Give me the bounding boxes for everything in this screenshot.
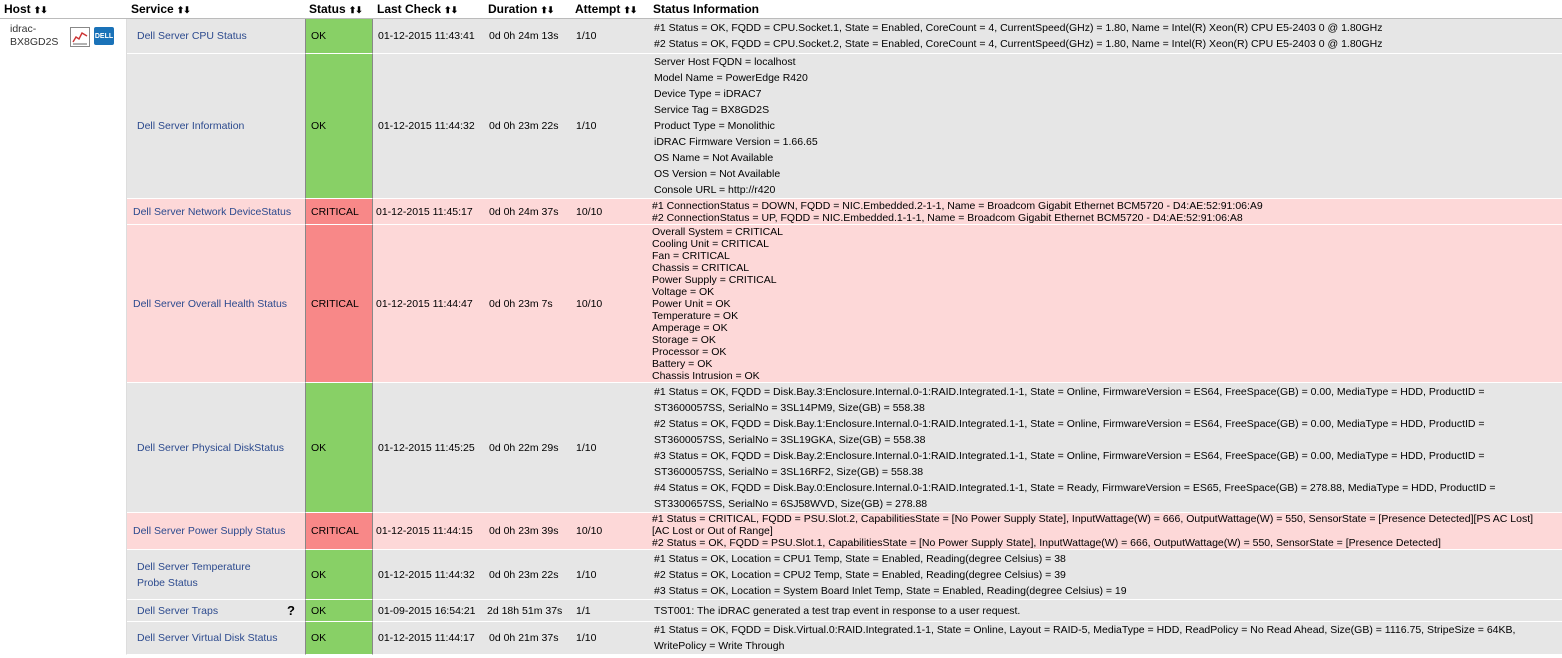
host-link[interactable]: idrac- BX8GD2S	[10, 23, 62, 49]
host-name-line1: idrac-	[10, 23, 37, 35]
table-row: Dell Server Information OK 01-12-2015 11…	[0, 54, 1562, 199]
last-check-cell: 01-12-2015 11:44:17	[373, 622, 484, 655]
service-name-link[interactable]: Dell Server CPU Status	[127, 19, 305, 54]
status-info-cell: #1 Status = OK, FQDD = Disk.Virtual.0:RA…	[649, 622, 1562, 655]
last-check-cell: 01-12-2015 11:43:41	[373, 19, 484, 54]
status-badge: OK	[305, 622, 373, 655]
attempt-cell: 10/10	[571, 513, 649, 550]
table-row: Dell Server Overall Health Status CRITIC…	[0, 225, 1562, 383]
status-info-cell: #1 Status = OK, FQDD = Disk.Bay.3:Enclos…	[649, 383, 1562, 513]
col-status-info-header: Status Information	[649, 0, 1562, 19]
table-header-row: Host ⬆⬇ Service ⬆⬇ Status ⬆⬇ Last Check ⬆⬇ D…	[0, 0, 1562, 19]
host-name-line2: BX8GD2S	[10, 36, 59, 48]
table-row: Dell Server Network DeviceStatus CRITICA…	[0, 199, 1562, 225]
duration-cell: 0d 0h 23m 7s	[484, 225, 571, 383]
last-check-cell: 01-12-2015 11:44:15	[373, 513, 484, 550]
sort-arrows-icon[interactable]: ⬆⬇	[177, 5, 191, 15]
status-info-cell: #1 Status = OK, Location = CPU1 Temp, St…	[649, 550, 1562, 600]
duration-cell: 2d 18h 51m 37s	[484, 600, 571, 622]
service-name-link[interactable]: Dell Server Traps?	[127, 600, 305, 622]
service-name-link[interactable]: Dell Server TemperatureProbe Status	[127, 550, 305, 600]
status-info-cell: #1 ConnectionStatus = DOWN, FQDD = NIC.E…	[649, 199, 1562, 225]
duration-cell: 0d 0h 22m 29s	[484, 383, 571, 513]
sort-arrows-icon[interactable]: ⬆⬇	[34, 5, 48, 15]
performance-graph-icon[interactable]	[70, 27, 90, 47]
status-header-label: Status	[309, 2, 346, 16]
col-service-header[interactable]: Service ⬆⬇	[127, 0, 305, 19]
status-badge: CRITICAL	[305, 513, 373, 550]
duration-header-label: Duration	[488, 2, 538, 16]
sort-arrows-icon[interactable]: ⬆⬇	[623, 5, 637, 15]
last-check-cell: 01-12-2015 11:45:17	[373, 199, 484, 225]
status-badge: OK	[305, 550, 373, 600]
attempt-cell: 1/10	[571, 54, 649, 199]
status-info-cell: TST001: The iDRAC generated a test trap …	[649, 600, 1562, 622]
last-check-cell: 01-12-2015 11:44:32	[373, 550, 484, 600]
status-badge: CRITICAL	[305, 199, 373, 225]
status-info-cell: #1 Status = OK, FQDD = CPU.Socket.1, Sta…	[649, 19, 1562, 54]
attempt-cell: 1/10	[571, 550, 649, 600]
service-header-label: Service	[131, 2, 174, 16]
service-name-link[interactable]: Dell Server Physical DiskStatus	[127, 383, 305, 513]
duration-cell: 0d 0h 21m 37s	[484, 622, 571, 655]
col-duration-header[interactable]: Duration ⬆⬇	[484, 0, 571, 19]
attempt-header-label: Attempt	[575, 2, 621, 16]
status-badge: OK	[305, 19, 373, 54]
table-row: Dell Server Power Supply Status CRITICAL…	[0, 513, 1562, 550]
status-badge: CRITICAL	[305, 225, 373, 383]
table-row: Dell Server Virtual Disk Status OK 01-12…	[0, 622, 1562, 655]
table-row: idrac- BX8GD2S DELL Dell Server CPU Stat…	[0, 19, 1562, 655]
status-info-cell: Overall System = CRITICAL Cooling Unit =…	[649, 225, 1562, 383]
service-name-link[interactable]: Dell Server Power Supply Status	[127, 513, 305, 550]
host-cell: idrac- BX8GD2S DELL	[0, 19, 127, 655]
attempt-cell: 10/10	[571, 225, 649, 383]
sort-arrows-icon[interactable]: ⬆⬇	[540, 5, 554, 15]
service-name-link[interactable]: Dell Server Network DeviceStatus	[127, 199, 305, 225]
last-check-cell: 01-12-2015 11:44:32	[373, 54, 484, 199]
last-check-cell: 01-12-2015 11:44:47	[373, 225, 484, 383]
attempt-cell: 1/10	[571, 383, 649, 513]
help-question-icon[interactable]: ?	[287, 603, 295, 619]
duration-cell: 0d 0h 23m 22s	[484, 550, 571, 600]
duration-cell: 0d 0h 24m 37s	[484, 199, 571, 225]
status-info-header-label: Status Information	[653, 2, 760, 16]
status-badge: OK	[305, 600, 373, 622]
sort-arrows-icon[interactable]: ⬆⬇	[349, 5, 363, 15]
table-row: Dell Server Traps? OK 01-09-2015 16:54:2…	[0, 600, 1562, 622]
attempt-cell: 1/10	[571, 19, 649, 54]
last-check-cell: 01-12-2015 11:45:25	[373, 383, 484, 513]
sort-arrows-icon[interactable]: ⬆⬇	[444, 5, 458, 15]
service-name-link[interactable]: Dell Server Virtual Disk Status	[127, 622, 305, 655]
status-info-cell: #1 Status = CRITICAL, FQDD = PSU.Slot.2,…	[649, 513, 1562, 550]
attempt-cell: 10/10	[571, 199, 649, 225]
last-check-cell: 01-09-2015 16:54:21	[373, 600, 484, 622]
duration-cell: 0d 0h 23m 39s	[484, 513, 571, 550]
status-info-cell: Server Host FQDN = localhost Model Name …	[649, 54, 1562, 199]
host-header-label: Host	[4, 2, 31, 16]
col-attempt-header[interactable]: Attempt ⬆⬇	[571, 0, 649, 19]
status-badge: OK	[305, 54, 373, 199]
col-last-check-header[interactable]: Last Check ⬆⬇	[373, 0, 484, 19]
last-check-header-label: Last Check	[377, 2, 442, 16]
duration-cell: 0d 0h 24m 13s	[484, 19, 571, 54]
table-row: Dell Server TemperatureProbe Status OK 0…	[0, 550, 1562, 600]
attempt-cell: 1/1	[571, 600, 649, 622]
dell-server-icon[interactable]: DELL	[94, 27, 114, 45]
service-status-table: Host ⬆⬇ Service ⬆⬇ Status ⬆⬇ Last Check ⬆⬇ D…	[0, 0, 1562, 655]
col-status-header[interactable]: Status ⬆⬇	[305, 0, 373, 19]
status-badge: OK	[305, 383, 373, 513]
service-name-link[interactable]: Dell Server Overall Health Status	[127, 225, 305, 383]
duration-cell: 0d 0h 23m 22s	[484, 54, 571, 199]
attempt-cell: 1/10	[571, 622, 649, 655]
service-name-link[interactable]: Dell Server Information	[127, 54, 305, 199]
table-row: Dell Server Physical DiskStatus OK 01-12…	[0, 383, 1562, 513]
col-host-header[interactable]: Host ⬆⬇	[0, 0, 127, 19]
